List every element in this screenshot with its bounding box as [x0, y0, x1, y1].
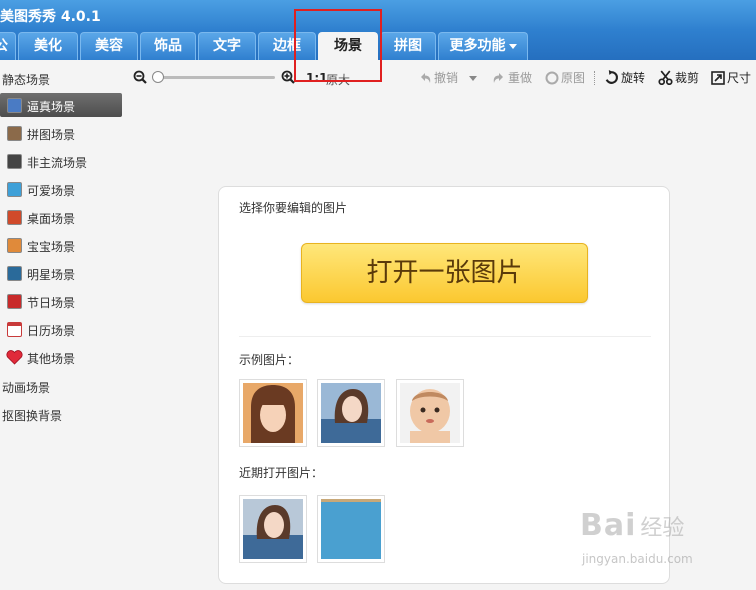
tab-beautify[interactable]: 美化 — [18, 32, 78, 60]
toolbar-divider — [594, 71, 595, 85]
sidebar-item-cute[interactable]: 可爱场景 — [0, 177, 122, 201]
sidebar-item-holiday[interactable]: 节日场景 — [0, 289, 122, 313]
holiday-scene-icon — [7, 294, 22, 309]
calendar-scene-icon — [7, 322, 22, 337]
rotate-label: 旋转 — [621, 71, 646, 85]
recent-image-1[interactable] — [239, 495, 307, 563]
portrait-thumbnail — [243, 499, 303, 559]
sidebar-item-star[interactable]: 明星场景 — [0, 261, 122, 285]
tab-label: 拼图 — [394, 38, 422, 54]
size-label: 尺寸 — [727, 71, 752, 85]
redo-icon — [493, 73, 503, 83]
scissors-icon — [658, 70, 673, 86]
chevron-down-icon — [508, 43, 517, 49]
tab-label: 文字 — [213, 38, 241, 54]
sidebar-item-baby[interactable]: 宝宝场景 — [0, 233, 122, 257]
sidebar-item-puzzle[interactable]: 拼图场景 — [0, 121, 122, 145]
sidebar-item-label: 其他场景 — [27, 352, 76, 366]
tab-collage[interactable]: 拼图 — [380, 32, 436, 60]
resize-button[interactable]: 尺寸 — [711, 70, 751, 86]
puzzle-scene-icon — [7, 126, 22, 141]
cute-scene-icon — [7, 182, 22, 197]
redo-label: 重做 — [508, 71, 533, 85]
undo-button[interactable]: 撤销 — [418, 70, 458, 86]
resize-icon — [711, 71, 725, 85]
sidebar-item-label: 桌面场景 — [27, 212, 76, 226]
sidebar-item-label: 非主流场景 — [27, 156, 88, 170]
tab-label: 美化 — [34, 38, 62, 54]
sidebar-item-other[interactable]: 其他场景 — [0, 345, 122, 369]
original-image-button[interactable]: 原图 — [545, 70, 585, 86]
blue-image-thumbnail — [321, 499, 381, 559]
tab-text[interactable]: 文字 — [198, 32, 256, 60]
undo-label: 撤销 — [434, 71, 459, 85]
tab-label: 公 — [0, 38, 8, 54]
recent-image-2[interactable] — [317, 495, 385, 563]
alternative-scene-icon — [7, 154, 22, 169]
realistic-scene-icon — [7, 98, 22, 113]
static-scenes-heading[interactable]: 静态场景 — [2, 71, 50, 88]
sidebar-item-label: 逼真场景 — [27, 100, 76, 114]
baby-thumbnail — [400, 383, 460, 443]
animated-scenes-heading[interactable]: 动画场景 — [2, 379, 50, 396]
zoom-out-icon[interactable] — [133, 70, 147, 84]
sidebar-item-label: 日历场景 — [27, 324, 76, 338]
annotation-highlight-box — [294, 9, 382, 82]
example-image-2[interactable] — [317, 379, 385, 447]
sidebar-item-label: 节日场景 — [27, 296, 76, 310]
open-image-button[interactable]: 打开一张图片 — [301, 243, 588, 303]
baidu-watermark: Bai 经验 jingyan.baidu.com — [580, 508, 693, 566]
example-image-1[interactable] — [239, 379, 307, 447]
divider — [239, 336, 651, 337]
sidebar-item-label: 可爱场景 — [27, 184, 76, 198]
portrait-thumbnail — [243, 383, 303, 443]
zoom-slider-track[interactable] — [155, 76, 275, 79]
undo-icon — [421, 73, 431, 83]
redo-button[interactable]: 重做 — [492, 70, 532, 86]
tab-label: 美容 — [95, 38, 123, 54]
tab-partial[interactable]: 公 — [0, 32, 16, 60]
sidebar-item-label: 明星场景 — [27, 268, 76, 282]
crop-button[interactable]: 裁剪 — [658, 70, 699, 86]
portrait-thumbnail — [321, 383, 381, 443]
watermark-cn-text: 经验 — [640, 516, 685, 541]
star-scene-icon — [7, 266, 22, 281]
watermark-url: jingyan.baidu.com — [582, 552, 693, 566]
rotate-button[interactable]: 旋转 — [604, 70, 645, 86]
tab-label: 更多功能 — [449, 38, 506, 54]
baby-scene-icon — [7, 238, 22, 253]
watermark-logo-text: Bai — [580, 508, 637, 543]
sidebar-item-calendar[interactable]: 日历场景 — [0, 317, 122, 341]
sidebar-item-desktop[interactable]: 桌面场景 — [0, 205, 122, 229]
select-image-prompt: 选择你要编辑的图片 — [239, 201, 348, 215]
tab-label: 饰品 — [154, 38, 182, 54]
sidebar-item-label: 宝宝场景 — [27, 240, 76, 254]
original-label: 原图 — [561, 71, 586, 85]
app-title: 美图秀秀 4.0.1 — [0, 9, 101, 25]
heart-icon — [6, 350, 23, 365]
crop-label: 裁剪 — [675, 71, 700, 85]
undo-dropdown-icon[interactable] — [469, 76, 477, 82]
tab-accessories[interactable]: 饰品 — [140, 32, 196, 60]
zoom-slider-thumb[interactable] — [152, 71, 164, 83]
recent-images-label: 近期打开图片： — [239, 466, 324, 480]
example-images-label: 示例图片： — [239, 353, 300, 367]
cutout-background-heading[interactable]: 抠图换背景 — [2, 407, 62, 424]
sidebar-item-label: 拼图场景 — [27, 128, 76, 142]
zoom-in-icon[interactable] — [281, 70, 295, 84]
rotate-icon — [605, 70, 618, 84]
tab-more-features[interactable]: 更多功能 — [438, 32, 528, 60]
sidebar-item-realistic[interactable]: 逼真场景 — [0, 93, 122, 117]
tab-beauty[interactable]: 美容 — [80, 32, 138, 60]
sidebar-item-alternative[interactable]: 非主流场景 — [0, 149, 122, 173]
circle-icon — [545, 71, 559, 85]
example-image-3[interactable] — [396, 379, 464, 447]
desktop-scene-icon — [7, 210, 22, 225]
